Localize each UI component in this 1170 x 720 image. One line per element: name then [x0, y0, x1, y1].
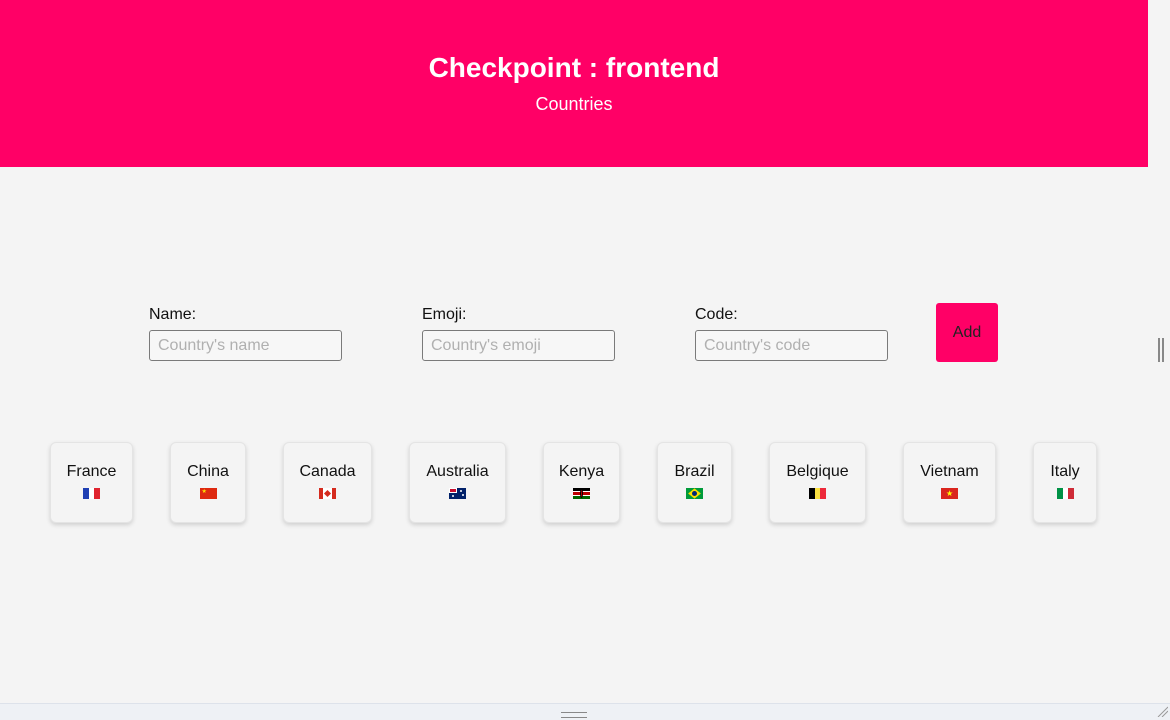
emoji-label: Emoji:	[422, 306, 467, 323]
country-card-belgique[interactable]: Belgique	[769, 442, 866, 523]
country-name: Kenya	[558, 463, 605, 480]
country-card-kenya[interactable]: Kenya	[543, 442, 620, 523]
emoji-field-group: Emoji:	[422, 306, 615, 361]
side-panel-resize-handle[interactable]	[1158, 338, 1164, 362]
flag-be-icon	[809, 488, 826, 499]
country-card-canada[interactable]: Canada	[283, 442, 372, 523]
app-frame: Checkpoint : frontend Countries Name: Em…	[0, 0, 1148, 703]
flag-ke-icon	[573, 488, 590, 499]
page-title: Checkpoint : frontend	[428, 52, 720, 83]
flag-ca-icon	[319, 488, 336, 499]
name-field-group: Name:	[149, 306, 342, 361]
country-name: China	[187, 463, 229, 480]
country-card-australia[interactable]: Australia	[409, 442, 506, 523]
flag-vn-icon: ★	[941, 488, 958, 499]
country-name: France	[66, 463, 117, 480]
add-button[interactable]: Add	[936, 303, 998, 362]
name-label: Name:	[149, 306, 197, 323]
country-card-brazil[interactable]: Brazil	[657, 442, 732, 523]
flag-au-icon	[449, 488, 466, 499]
flag-cn-icon: ★	[199, 488, 217, 499]
flag-it-icon	[1056, 488, 1074, 499]
code-input[interactable]	[695, 330, 888, 361]
resize-corner-icon[interactable]	[1156, 705, 1168, 717]
country-card-italy[interactable]: Italy	[1033, 442, 1097, 523]
country-card-vietnam[interactable]: Vietnam ★	[903, 442, 996, 523]
emoji-input[interactable]	[422, 330, 615, 361]
code-field-group: Code:	[695, 306, 888, 361]
bottom-panel-resize-handle[interactable]	[561, 712, 587, 718]
header-banner: Checkpoint : frontend Countries	[0, 0, 1148, 167]
country-name: Italy	[1050, 463, 1080, 480]
code-label: Code:	[695, 306, 738, 323]
country-name: Canada	[299, 463, 356, 480]
flag-fr-icon	[83, 488, 100, 499]
country-name: Australia	[426, 463, 489, 480]
bottom-panel-bar	[0, 703, 1170, 720]
country-name: Vietnam	[920, 463, 979, 480]
country-name: Brazil	[674, 463, 715, 480]
country-name: Belgique	[786, 463, 849, 480]
name-input[interactable]	[149, 330, 342, 361]
page-subtitle: Countries	[535, 94, 613, 114]
country-card-france[interactable]: France	[50, 442, 133, 523]
country-card-china[interactable]: China ★	[170, 442, 246, 523]
flag-br-icon	[686, 488, 703, 499]
